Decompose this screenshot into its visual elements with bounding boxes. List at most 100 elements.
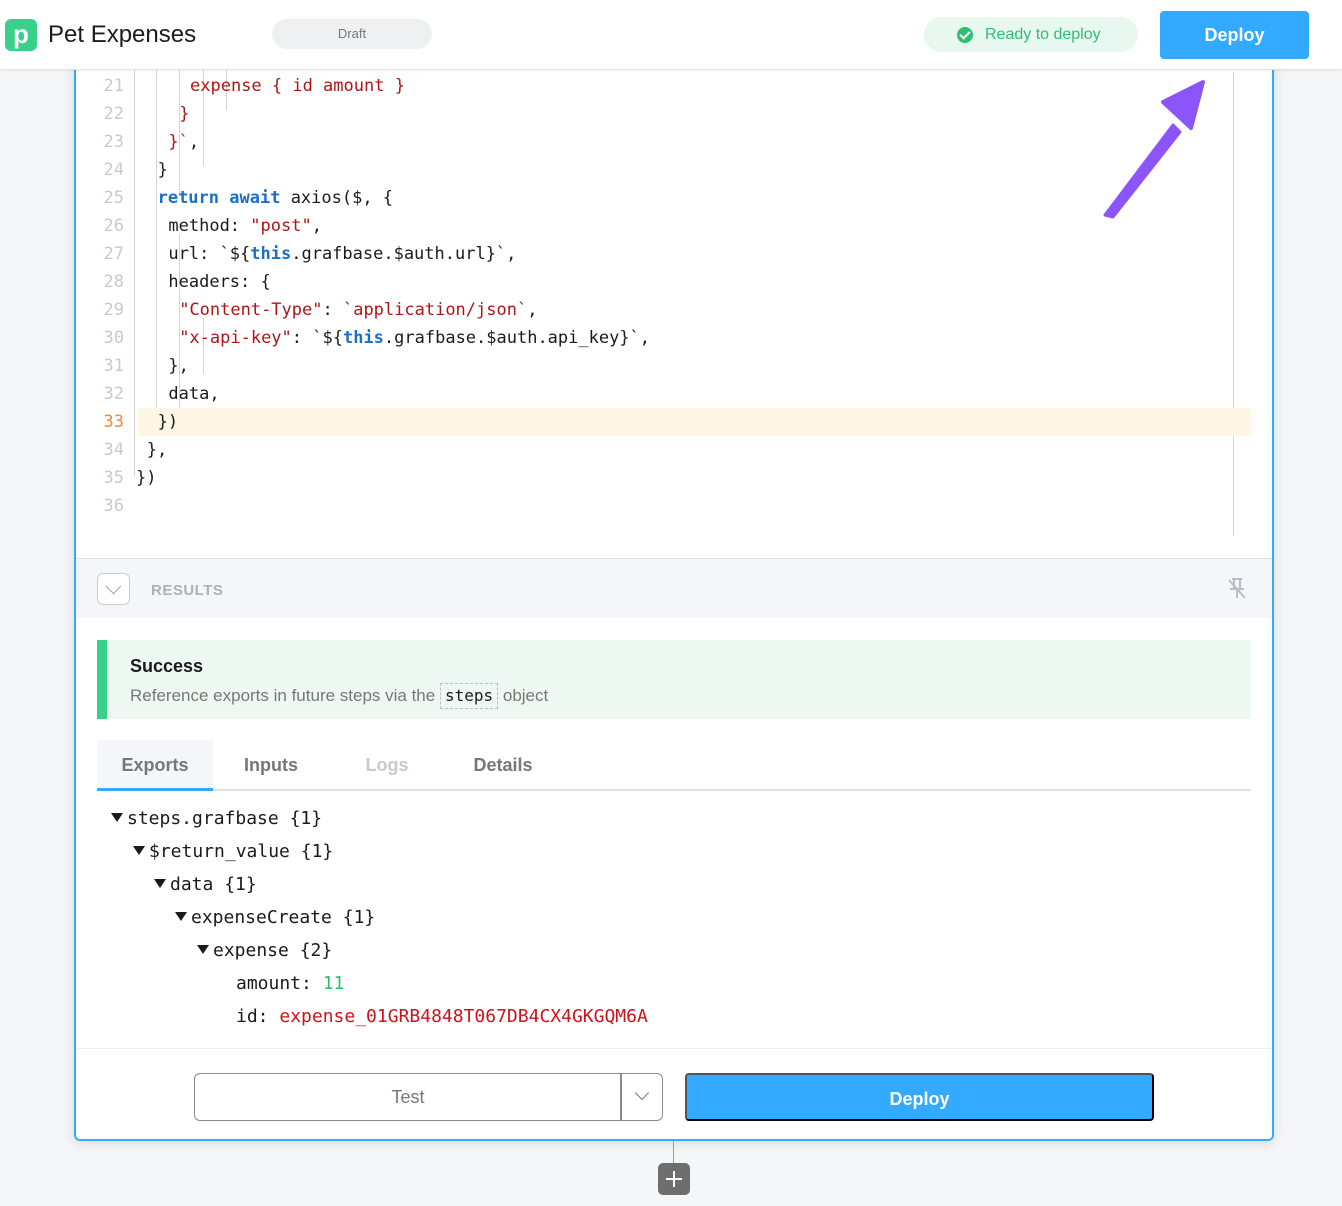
line-number: 35 — [103, 468, 124, 488]
tree-key: expenseCreate — [191, 907, 332, 928]
code-text: }`, — [168, 132, 200, 152]
collapse-results-button[interactable] — [97, 573, 130, 605]
caret-down-icon[interactable] — [175, 911, 187, 921]
test-options-dropdown[interactable] — [620, 1073, 663, 1121]
results-tabs: Exports Inputs Logs Details — [97, 740, 1251, 791]
deploy-button-footer[interactable]: Deploy — [685, 1073, 1154, 1121]
code-editor[interactable]: 20{21expense { id amount }22}23}`,24}25r… — [76, 42, 1272, 558]
code-text: method: "post", — [168, 216, 322, 236]
code-text: headers: { — [168, 272, 271, 292]
annotation-arrow-icon — [1103, 80, 1205, 219]
tree-node-expense-create[interactable]: expenseCreate {1} — [175, 901, 375, 934]
success-title: Success — [130, 656, 204, 676]
tree-node-expense[interactable]: expense {2} — [197, 934, 332, 967]
unpin-icon[interactable] — [1226, 577, 1248, 601]
line-number: 21 — [103, 76, 124, 96]
line-number: 36 — [103, 496, 124, 516]
line-number: 26 — [103, 216, 124, 236]
tree-count: {2} — [299, 940, 333, 961]
tab-logs[interactable]: Logs — [347, 740, 427, 791]
steps-code-chip: steps — [439, 683, 499, 709]
line-number: 27 — [103, 244, 124, 264]
tree-key: $return_value — [149, 841, 290, 862]
code-text: }, — [146, 440, 168, 460]
ready-status-badge: Ready to deploy — [924, 17, 1138, 52]
line-number: 31 — [103, 356, 124, 376]
tree-node-steps-grafbase[interactable]: steps.grafbase {1} — [111, 802, 322, 835]
tree-node-return-value[interactable]: $return_value {1} — [133, 835, 333, 868]
tree-key: data — [170, 874, 214, 895]
tree-key: expense — [213, 940, 289, 961]
code-line[interactable]: 28 headers: { — [76, 268, 1251, 296]
tab-inputs[interactable]: Inputs — [227, 740, 315, 791]
test-button[interactable]: Test — [194, 1073, 621, 1121]
tab-details[interactable]: Details — [457, 740, 549, 791]
app-logo-icon: p — [5, 19, 37, 51]
code-line[interactable]: 34}, — [76, 436, 1251, 464]
code-line[interactable]: 36 — [76, 492, 1251, 520]
tree-count: {1} — [224, 874, 257, 895]
code-line[interactable]: 23 }`, — [76, 128, 1251, 156]
code-line[interactable]: 27 url: `${this.grafbase.$auth.url}`, — [76, 240, 1251, 268]
line-number: 22 — [103, 104, 124, 124]
results-label: RESULTS — [151, 582, 224, 599]
code-text: "Content-Type": `application/json`, — [179, 300, 538, 320]
tree-node-data[interactable]: data {1} — [154, 868, 257, 901]
code-text: return await axios($, { — [157, 188, 394, 208]
success-alert: Success Reference exports in future step… — [97, 640, 1251, 719]
code-text: url: `${this.grafbase.$auth.url}`, — [168, 244, 517, 264]
code-line[interactable]: 24} — [76, 156, 1251, 184]
code-line[interactable]: 30 "x-api-key": `${this.grafbase.$auth.ap… — [76, 324, 1251, 352]
deploy-button-header[interactable]: Deploy — [1160, 11, 1309, 59]
code-text: data, — [168, 384, 220, 404]
tree-key: id: — [236, 1006, 269, 1027]
ready-status-text: Ready to deploy — [985, 26, 1101, 43]
add-step-plus-icon[interactable] — [658, 1163, 690, 1195]
caret-down-icon[interactable] — [133, 845, 145, 855]
workflow-title[interactable]: Pet Expenses — [48, 21, 196, 49]
code-text: expense { id amount } — [190, 76, 405, 96]
tree-count: {1} — [300, 841, 334, 862]
caret-down-icon[interactable] — [111, 812, 123, 822]
code-line[interactable]: 29 "Content-Type": `application/json`, — [76, 296, 1251, 324]
success-message: Reference exports in future steps via th… — [130, 683, 548, 709]
success-text-after: object — [502, 686, 549, 705]
code-text: "x-api-key": `${this.grafbase.$auth.api_… — [179, 328, 651, 348]
line-number: 28 — [103, 272, 124, 292]
line-number: 34 — [103, 440, 124, 460]
line-number: 33 — [103, 412, 124, 432]
tree-leaf-amount: amount: 11 — [236, 967, 344, 1000]
step-connector — [673, 1141, 674, 1165]
success-text-before: Reference exports in future steps via th… — [130, 686, 436, 705]
caret-down-icon[interactable] — [154, 878, 166, 888]
tree-key: steps.grafbase — [127, 808, 279, 829]
code-text: }) — [157, 412, 179, 432]
code-step-card: 20{21expense { id amount }22}23}`,24}25r… — [74, 40, 1274, 1141]
tree-key: amount: — [236, 973, 312, 994]
code-line[interactable]: 25 return await axios($, { — [76, 184, 1251, 212]
code-line[interactable]: 32 data, — [76, 380, 1251, 408]
line-number: 29 — [103, 300, 124, 320]
code-line[interactable]: 35}) — [76, 464, 1251, 492]
tree-count: {1} — [289, 808, 323, 829]
check-circle-icon — [957, 27, 973, 43]
results-header: RESULTS — [76, 558, 1272, 618]
tree-value-string: expense_01GRB4848T067DB4CX4GKGQM6A — [279, 1006, 648, 1027]
caret-down-icon[interactable] — [197, 944, 209, 954]
line-number: 24 — [103, 160, 124, 180]
code-text: } — [157, 160, 168, 180]
code-line[interactable]: 26 method: "post", — [76, 212, 1251, 240]
code-line[interactable]: 31}, — [76, 352, 1251, 380]
line-number: 30 — [103, 328, 124, 348]
draft-status-badge: Draft — [272, 19, 432, 49]
line-number: 32 — [103, 384, 124, 404]
line-number: 23 — [103, 132, 124, 152]
code-line[interactable]: 33}) — [104, 408, 1251, 436]
code-line[interactable]: 22} — [76, 100, 1251, 128]
code-line[interactable]: 21 expense { id amount } — [76, 72, 1251, 100]
tree-leaf-id: id: expense_01GRB4848T067DB4CX4GKGQM6A — [236, 1000, 648, 1033]
tab-exports[interactable]: Exports — [97, 740, 213, 791]
code-text: } — [179, 104, 190, 124]
code-text: }) — [136, 468, 157, 488]
tree-value-number: 11 — [322, 973, 345, 994]
